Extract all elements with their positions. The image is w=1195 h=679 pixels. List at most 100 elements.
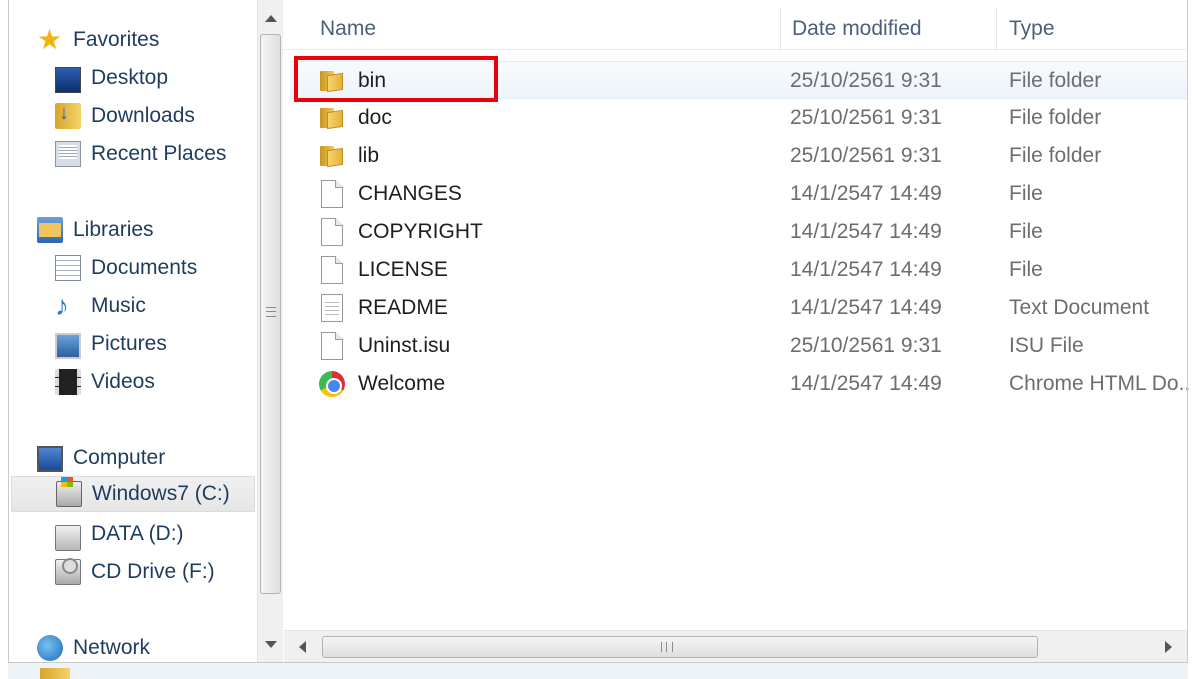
scroll-left-button[interactable]: [292, 639, 312, 655]
file-row[interactable]: lib 25/10/2561 9:31 File folder: [290, 137, 1187, 175]
column-header-name[interactable]: Name: [310, 8, 780, 50]
file-type: Text Document: [1009, 296, 1150, 319]
file-row[interactable]: COPYRIGHT 14/1/2547 14:49 File: [290, 213, 1187, 251]
scroll-right-button[interactable]: [1158, 639, 1178, 655]
nav-libraries-label: Libraries: [73, 218, 154, 241]
file-icon: [318, 213, 346, 251]
nav-item-label: Pictures: [91, 332, 167, 355]
nav-item-label: Windows7 (C:): [92, 482, 230, 505]
explorer-window: ★ Favorites Desktop Downloads Recent Pla…: [0, 0, 1195, 679]
column-header-date[interactable]: Date modified: [782, 8, 996, 50]
file-icon: [318, 327, 346, 365]
file-type: File folder: [1009, 144, 1102, 167]
window-border: [8, 0, 9, 665]
file-name: README: [358, 296, 448, 319]
scroll-down-button[interactable]: [258, 632, 283, 656]
file-name: lib: [358, 144, 380, 167]
nav-item-pictures[interactable]: Pictures: [55, 326, 167, 362]
arrow-left-icon: [298, 641, 306, 653]
file-row[interactable]: doc 25/10/2561 9:31 File folder: [290, 99, 1187, 137]
nav-item-music[interactable]: ♪ Music: [55, 288, 146, 324]
arrow-up-icon: [264, 14, 277, 22]
column-divider[interactable]: [996, 8, 997, 50]
nav-computer[interactable]: Computer: [37, 440, 165, 476]
nav-item-downloads[interactable]: Downloads: [55, 98, 195, 134]
nav-item-desktop[interactable]: Desktop: [55, 60, 168, 96]
file-name: CHANGES: [358, 182, 462, 205]
file-date: 14/1/2547 14:49: [790, 182, 942, 205]
file-type: File folder: [1009, 106, 1102, 129]
nav-item-cd-drive-f[interactable]: CD Drive (F:): [55, 554, 215, 590]
file-type: File: [1009, 220, 1043, 243]
nav-item-label: Videos: [91, 370, 155, 393]
drive-icon: [55, 525, 81, 551]
network-icon: [37, 635, 63, 661]
file-date: 14/1/2547 14:49: [790, 372, 942, 395]
libraries-icon: [37, 217, 63, 243]
file-icon: [318, 251, 346, 289]
grip-icon: [661, 642, 673, 652]
documents-icon: [55, 255, 81, 281]
column-divider[interactable]: [780, 8, 781, 50]
nav-item-recent-places[interactable]: Recent Places: [55, 136, 226, 172]
nav-item-label: Documents: [91, 256, 198, 279]
file-type: File: [1009, 182, 1043, 205]
pictures-icon: [55, 332, 81, 359]
text-document-icon: [318, 289, 346, 327]
horizontal-scrollbar[interactable]: [284, 630, 1187, 662]
computer-icon: [37, 446, 63, 472]
file-row[interactable]: Welcome 14/1/2547 14:49 Chrome HTML Do..…: [290, 365, 1189, 403]
folder-icon: [318, 137, 346, 175]
folder-icon: [318, 99, 346, 137]
file-name: Welcome: [358, 372, 446, 395]
windows-drive-icon: [56, 477, 82, 507]
music-icon: ♪: [55, 290, 69, 321]
file-name: doc: [358, 106, 392, 129]
file-date: 14/1/2547 14:49: [790, 296, 942, 319]
highlight-box: [294, 56, 498, 102]
file-type: ISU File: [1009, 334, 1084, 357]
nav-item-label: Recent Places: [91, 142, 227, 165]
nav-item-label: Desktop: [91, 66, 169, 89]
arrow-right-icon: [1164, 641, 1172, 653]
nav-favorites[interactable]: ★ Favorites: [37, 22, 159, 58]
file-row[interactable]: README 14/1/2547 14:49 Text Document: [290, 289, 1187, 327]
file-row[interactable]: CHANGES 14/1/2547 14:49 File: [290, 175, 1187, 213]
nav-scroll-thumb[interactable]: [260, 34, 281, 594]
file-row[interactable]: Uninst.isu 25/10/2561 9:31 ISU File: [290, 327, 1187, 365]
column-header-type[interactable]: Type: [999, 8, 1187, 50]
nav-computer-label: Computer: [73, 446, 166, 469]
nav-network[interactable]: Network: [37, 630, 150, 666]
nav-item-data-d[interactable]: DATA (D:): [55, 516, 184, 552]
nav-item-label: DATA (D:): [91, 522, 184, 545]
chrome-icon: [318, 365, 346, 403]
nav-item-label: Music: [91, 294, 146, 317]
nav-item-documents[interactable]: Documents: [55, 250, 197, 286]
scroll-up-button[interactable]: [258, 6, 283, 30]
details-pane: [8, 662, 1188, 679]
file-row[interactable]: LICENSE 14/1/2547 14:49 File: [290, 251, 1187, 289]
nav-scrollbar[interactable]: [257, 0, 283, 665]
nav-item-videos[interactable]: Videos: [55, 364, 155, 400]
nav-item-windows7-c[interactable]: Windows7 (C:): [11, 476, 255, 512]
file-date: 14/1/2547 14:49: [790, 220, 942, 243]
folder-icon: [40, 668, 70, 679]
file-date: 25/10/2561 9:31: [790, 144, 942, 167]
nav-favorites-label: Favorites: [73, 28, 160, 51]
file-type: File folder: [1009, 69, 1102, 92]
file-type: File: [1009, 258, 1043, 281]
file-type: Chrome HTML Do...: [1009, 372, 1189, 395]
file-date: 14/1/2547 14:49: [790, 258, 942, 281]
nav-item-label: CD Drive (F:): [91, 560, 215, 583]
recent-places-icon: [55, 141, 81, 167]
horizontal-scroll-thumb[interactable]: [322, 636, 1038, 658]
downloads-icon: [55, 102, 81, 129]
videos-icon: [55, 369, 81, 395]
arrow-down-icon: [264, 640, 277, 648]
star-icon: ★: [37, 24, 63, 55]
nav-network-label: Network: [73, 636, 151, 659]
nav-libraries[interactable]: Libraries: [37, 212, 154, 248]
file-name: Uninst.isu: [358, 334, 451, 357]
grip-icon: [266, 307, 276, 317]
navigation-pane: ★ Favorites Desktop Downloads Recent Pla…: [9, 0, 257, 665]
